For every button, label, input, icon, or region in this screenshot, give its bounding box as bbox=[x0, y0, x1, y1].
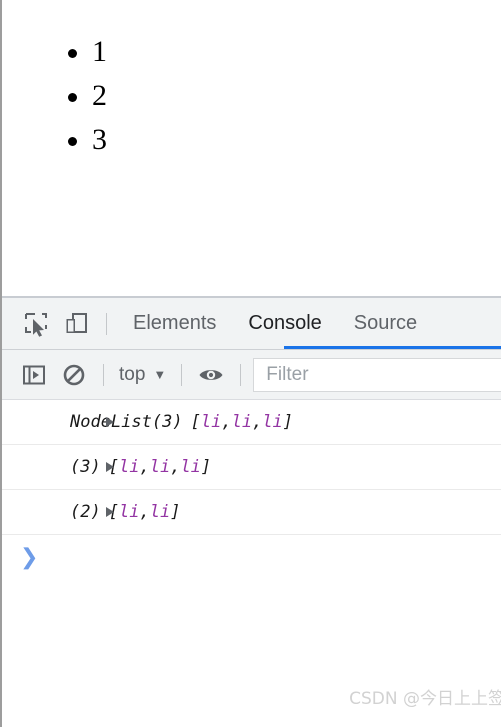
tab-console[interactable]: Console bbox=[232, 298, 337, 349]
browser-window: 1 2 3 Elements Console Source top ▼ Filt… bbox=[0, 0, 501, 727]
device-toolbar-icon[interactable] bbox=[56, 304, 96, 344]
token-separator: , bbox=[139, 457, 150, 477]
console-toolbar: top ▼ Filter bbox=[2, 350, 501, 400]
devtools-panel: Elements Console Source top ▼ Filter Nod… bbox=[2, 296, 501, 727]
page-bullet-list: 1 2 3 bbox=[62, 30, 107, 162]
node-token[interactable]: li bbox=[262, 412, 282, 432]
prompt-chevron-icon: ❯ bbox=[20, 544, 39, 570]
clear-console-icon[interactable] bbox=[54, 355, 94, 395]
page-viewport: 1 2 3 bbox=[2, 0, 501, 296]
devtools-tabbar: Elements Console Source bbox=[2, 298, 501, 350]
node-token[interactable]: li bbox=[119, 457, 139, 477]
close-bracket: ] bbox=[282, 412, 294, 432]
live-expression-eye-icon[interactable] bbox=[191, 355, 231, 395]
node-token[interactable]: li bbox=[150, 457, 170, 477]
execution-context-label: top bbox=[119, 363, 146, 385]
node-token[interactable]: li bbox=[232, 412, 252, 432]
console-message-list: NodeList(3) [ li , li , li ] (3) [li , … bbox=[2, 400, 501, 727]
tab-sources[interactable]: Source bbox=[338, 298, 433, 349]
list-item: 2 bbox=[62, 74, 107, 118]
list-item: 3 bbox=[62, 118, 107, 162]
chevron-down-icon: ▼ bbox=[153, 367, 167, 382]
token-separator: , bbox=[221, 412, 232, 432]
watermark: CSDN @今日上上签 bbox=[349, 689, 501, 709]
table-row[interactable]: (3) [ li , li , li ] bbox=[2, 445, 501, 490]
node-token[interactable]: li bbox=[119, 502, 139, 522]
close-bracket: ] bbox=[170, 502, 181, 522]
console-prompt-row[interactable]: ❯ bbox=[2, 535, 501, 580]
object-constructor-label: NodeList(3) bbox=[70, 412, 183, 432]
node-token[interactable]: li bbox=[180, 457, 200, 477]
expand-triangle-icon[interactable] bbox=[106, 417, 114, 427]
close-bracket: ] bbox=[200, 457, 212, 477]
list-item: 1 bbox=[62, 30, 107, 74]
filter-placeholder: Filter bbox=[266, 363, 309, 385]
expand-triangle-icon[interactable] bbox=[106, 507, 114, 517]
inspect-element-icon[interactable] bbox=[16, 304, 56, 344]
object-constructor-label: (2) bbox=[70, 502, 101, 522]
toolbar-divider bbox=[103, 363, 104, 386]
toolbar-divider bbox=[181, 363, 183, 386]
expand-triangle-icon[interactable] bbox=[106, 462, 114, 472]
token-separator: , bbox=[139, 502, 150, 522]
table-row[interactable]: (2) [ li , li ] bbox=[2, 490, 501, 535]
node-token[interactable]: li bbox=[150, 502, 170, 522]
token-separator: , bbox=[252, 412, 263, 432]
table-row[interactable]: NodeList(3) [ li , li , li ] bbox=[2, 400, 501, 445]
open-bracket: [ bbox=[190, 412, 201, 432]
node-token[interactable]: li bbox=[201, 412, 221, 432]
object-constructor-label: (3) bbox=[70, 457, 101, 477]
toolbar-divider bbox=[240, 363, 242, 386]
token-separator: , bbox=[170, 457, 181, 477]
active-tab-underline bbox=[284, 346, 501, 349]
tab-elements[interactable]: Elements bbox=[117, 298, 232, 349]
filter-input[interactable]: Filter bbox=[253, 357, 501, 392]
toolbar-divider bbox=[106, 312, 107, 335]
execution-context-selector[interactable]: top ▼ bbox=[113, 364, 172, 386]
console-sidebar-icon[interactable] bbox=[14, 355, 54, 395]
